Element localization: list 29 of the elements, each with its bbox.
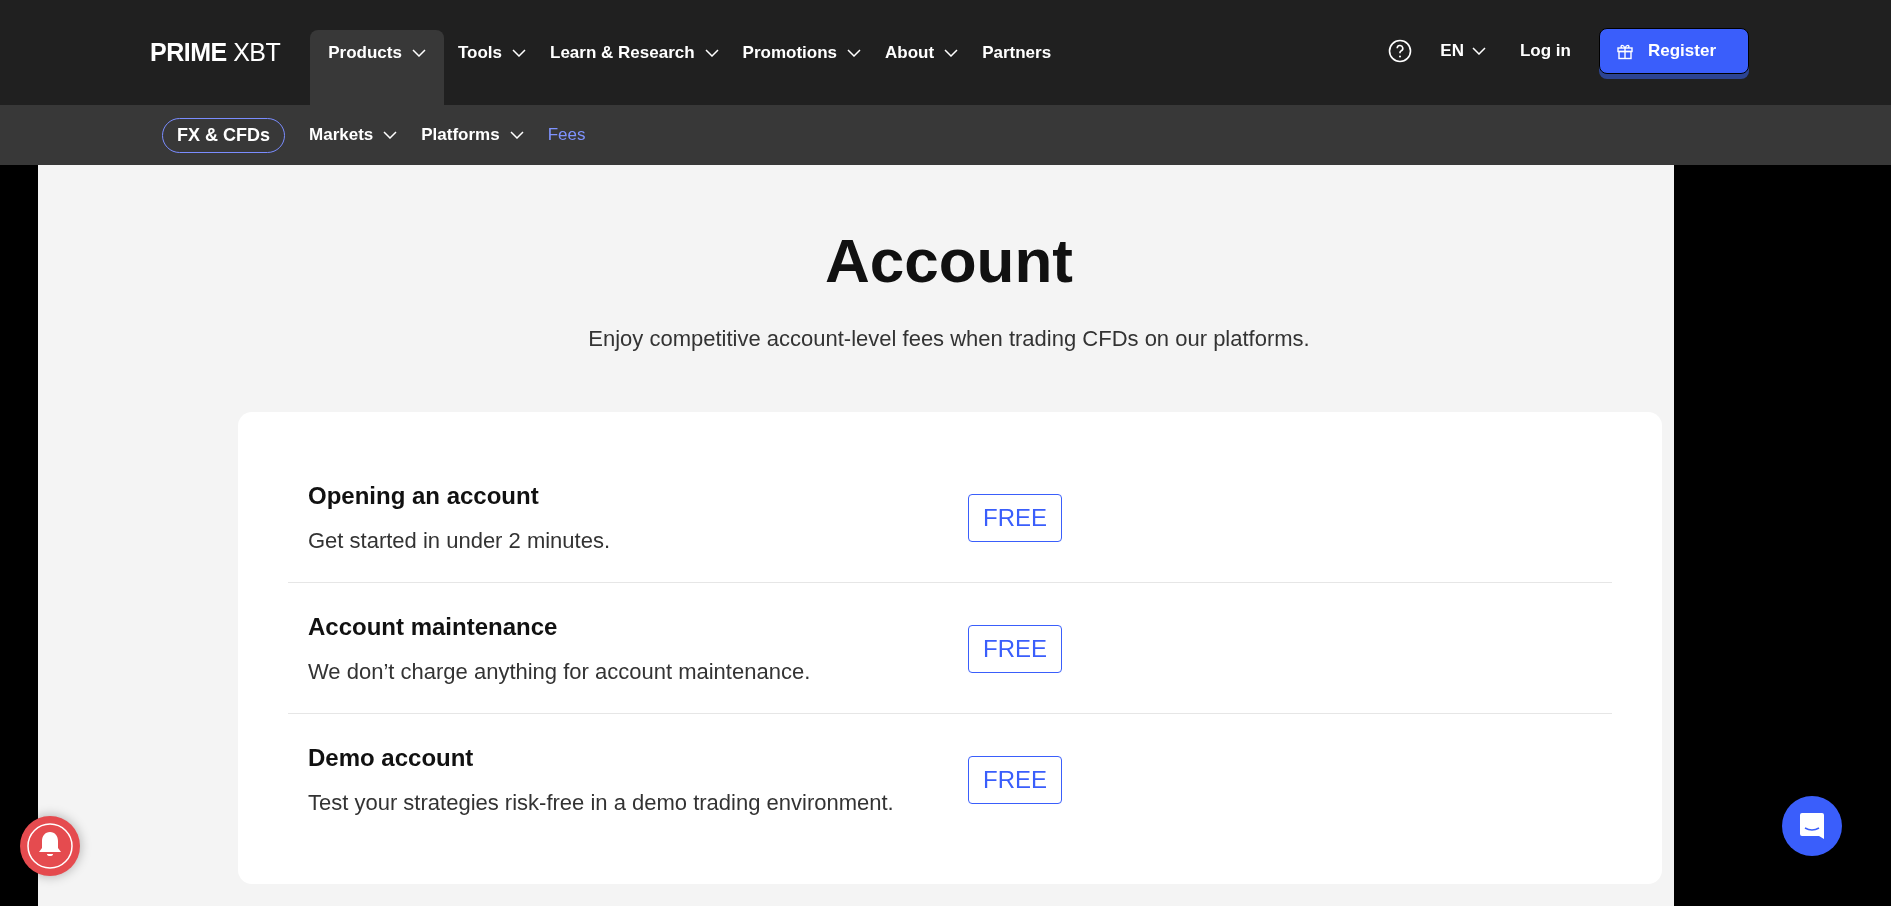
chat-icon	[1799, 812, 1825, 840]
subnav-item[interactable]: Markets	[309, 125, 398, 145]
fee-price: FREE	[968, 494, 1062, 542]
language-selector[interactable]: EN	[1434, 39, 1492, 62]
logo[interactable]: PRIME XBT	[150, 38, 281, 67]
chat-button[interactable]	[1782, 796, 1842, 856]
fee-price: FREE	[968, 756, 1062, 804]
nav-menu-item[interactable]: Learn & Research	[540, 30, 729, 105]
fee-description: Test your strategies risk-free in a demo trading environment.	[308, 790, 895, 816]
fee-description: Get started in under 2 minutes.	[308, 528, 612, 554]
subnav-item[interactable]: Platforms	[421, 125, 524, 145]
notification-button[interactable]	[20, 816, 80, 876]
fee-title: Demo account	[308, 744, 475, 772]
nav-menu-item[interactable]: Promotions	[732, 30, 872, 105]
fee-description: We don’t charge anything for account maintenance.	[308, 659, 812, 685]
fee-title: Account maintenance	[308, 613, 559, 641]
nav-menu-item[interactable]: Partners	[972, 30, 1062, 105]
section-subtitle: Enjoy competitive account-level fees when trading CFDs on our platforms.	[588, 326, 1310, 352]
chevron-down-icon	[1472, 46, 1486, 55]
fee-price: FREE	[968, 625, 1062, 673]
nav-menu-item[interactable]: Tools	[447, 30, 537, 105]
login-link[interactable]: Log in	[1514, 39, 1577, 62]
help-icon[interactable]	[1388, 38, 1413, 63]
section-title: Account	[825, 225, 1073, 296]
bell-icon	[24, 820, 76, 872]
nav-menu-item[interactable]: Products	[310, 30, 444, 105]
subnav-item[interactable]: Fees	[547, 125, 586, 145]
fee-title: Opening an account	[308, 482, 540, 510]
nav-menu-item[interactable]: About	[875, 30, 969, 105]
